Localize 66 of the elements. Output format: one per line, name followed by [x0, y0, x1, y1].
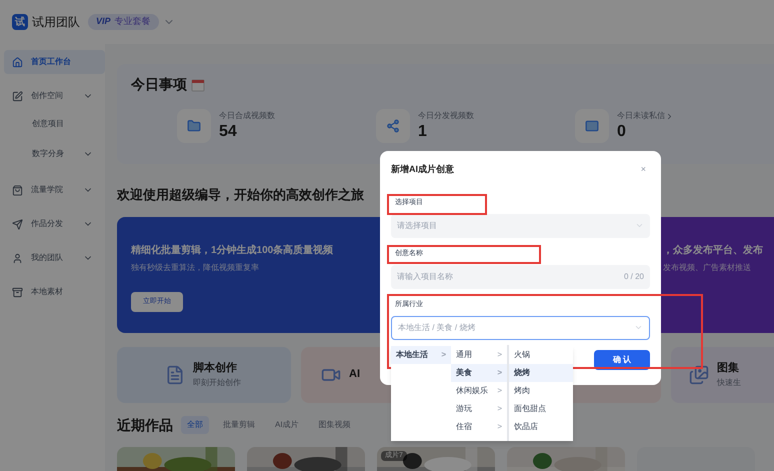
archive-icon [12, 286, 23, 298]
feature-card[interactable]: 图集 快速生 [671, 346, 774, 402]
share-icon [376, 109, 410, 143]
home-icon [12, 56, 23, 68]
sidebar-item[interactable]: 首页工作台 [4, 50, 105, 74]
banner-title: ，众多发布平台、发布 [663, 244, 763, 258]
stat-label: 今日合成视频数 [219, 110, 275, 122]
logo: 试 [12, 14, 28, 30]
cascader-option[interactable]: 火锅 [509, 346, 573, 364]
cascader-option[interactable]: 休闲娱乐 > [451, 382, 507, 400]
stat-label: 今日分发视频数 [418, 110, 474, 122]
cascader-option[interactable]: 烧烤 [509, 364, 573, 382]
close-button[interactable]: × [640, 163, 646, 176]
banner-title: 精细化批量剪辑，1分钟生成100条高质量视频 [131, 243, 334, 258]
feature-subtitle: 即刻开始创作 [193, 376, 241, 389]
chevron-down-icon [635, 221, 644, 230]
feature-subtitle: 快速生 [717, 376, 741, 389]
chevron-down-icon [634, 323, 643, 332]
input-field[interactable]: 请输入项目名称 0 / 20 [391, 264, 650, 288]
cascader-option[interactable]: 烤肉 [509, 382, 573, 400]
stat-value: 1 [418, 122, 427, 142]
user-icon [12, 252, 23, 264]
select-field[interactable]: 本地生活 / 美食 / 烧烤 [391, 316, 650, 340]
dialog-title: 新增AI成片创意 [391, 163, 454, 176]
cascader-option[interactable]: 饮品店 [509, 418, 573, 436]
sidebar-item[interactable]: 本地素材 [4, 280, 105, 304]
welcome-heading: 欢迎使用超级编导，开始你的高效创作之旅 [117, 186, 364, 204]
sidebar-item[interactable]: 作品分发 [4, 212, 105, 236]
bag-icon [12, 184, 23, 196]
feature-title: 脚本创作 [193, 360, 238, 376]
feature-card[interactable]: 脚本创作 即刻开始创作 [117, 346, 291, 402]
filter-tab[interactable]: AI成片 [269, 416, 305, 434]
sidebar-item[interactable]: 创作空间 [4, 84, 105, 108]
vip-badge: VIP 专业套餐 [88, 14, 159, 30]
cascader-option[interactable]: 通用 > [451, 346, 507, 364]
confirm-button[interactable]: 确 认 [594, 350, 650, 370]
sidebar-subitem[interactable]: 创意项目 [4, 110, 105, 138]
folder-icon [177, 109, 211, 143]
cascader-option[interactable]: 面包甜点 [509, 400, 573, 418]
filter-tab[interactable]: 图集视频 [312, 416, 357, 434]
feature-title: 图集 [717, 360, 740, 376]
sidebar-item[interactable]: 流量学院 [4, 178, 105, 202]
today-title: 今日事项 [131, 75, 187, 94]
select-field[interactable]: 请选择项目 [391, 214, 650, 238]
stat-value: 54 [219, 122, 237, 142]
stat-label: 今日未读私信 [617, 110, 665, 122]
send-icon [12, 218, 23, 230]
cascader-option[interactable]: 美食 > [451, 364, 507, 382]
banner-subtitle: 独有秒级去重算法，降低视频重复率 [131, 262, 259, 274]
banner-subtitle: 发布视频、广告素材推送 [663, 262, 751, 274]
calendar-icon [191, 78, 205, 92]
sidebar-subitem[interactable]: 数字分身 [4, 140, 105, 168]
filter-tab[interactable]: 批量剪辑 [217, 416, 261, 434]
chevron-right-icon[interactable] [665, 112, 674, 120]
edit-icon [12, 90, 23, 102]
document-icon [165, 364, 185, 384]
team-name: 试用团队 [32, 14, 80, 31]
sidebar-item[interactable]: 我的团队 [4, 246, 105, 270]
cascader-option[interactable]: 游玩 > [451, 400, 507, 418]
stat-value: 0 [617, 122, 626, 142]
feature-title: AI [349, 367, 360, 382]
images-icon [689, 364, 709, 384]
recent-title: 近期作品 [117, 416, 173, 434]
filter-tab[interactable]: 全部 [181, 416, 209, 434]
cascader-option[interactable]: 本地生活 > [391, 346, 451, 364]
cascader-option[interactable]: 住宿 > [451, 418, 507, 436]
